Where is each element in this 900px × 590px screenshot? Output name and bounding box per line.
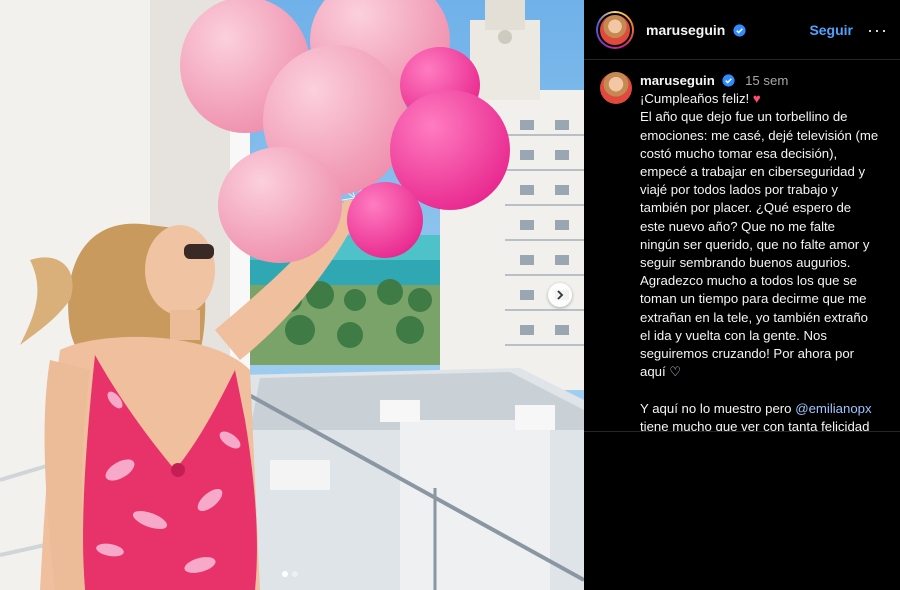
caption-line: viajé por todos lados por trabajo y (640, 182, 838, 198)
profile-avatar[interactable] (596, 10, 634, 49)
more-options-icon[interactable]: ··· (867, 21, 888, 39)
caption-first-line: ¡Cumpleaños feliz! (640, 91, 750, 107)
caption-line: costó mucho tomar esa decisión), (640, 145, 838, 161)
caption-avatar[interactable] (600, 72, 632, 104)
heart-emoji-icon: ♥ (752, 91, 761, 107)
post-time[interactable]: 15 sem (745, 73, 788, 88)
chevron-right-icon (557, 290, 564, 300)
caption-line: tiene mucho que ver con tanta felicidad (640, 418, 870, 431)
caption-line: empecé a trabajar en ciberseguridad y (640, 164, 866, 180)
carousel-dots (282, 571, 298, 577)
post-side-panel: maruseguin Seguir ··· maruseguin 15 sem (584, 0, 900, 590)
mention-link[interactable]: @emilianopx (795, 401, 871, 416)
caption-line: Agradezco mucho a todos los que se (640, 273, 857, 289)
post-photo[interactable] (0, 0, 584, 590)
caption-username[interactable]: maruseguin (640, 73, 715, 88)
avatar-image (598, 12, 632, 47)
caption-section: maruseguin 15 sem ¡Cumpleaños feliz! ♥ E… (584, 60, 900, 431)
white-heart-emoji-icon: ♡ (669, 364, 682, 380)
caption-line: también por placer. ¿Qué espero de (640, 200, 852, 216)
caption-line: El año que dejo fue un torbellino de (640, 109, 848, 125)
header-username[interactable]: maruseguin (646, 22, 746, 38)
caption-line: Y aquí no lo muestro pero (640, 400, 792, 416)
caption-line: el ida y vuelta con la gente. Nos (640, 327, 827, 343)
carousel-dot[interactable] (292, 571, 298, 577)
caption-line: seguiremos cruzando! Por ahora por (640, 346, 855, 362)
carousel-dot[interactable] (282, 571, 288, 577)
carousel-next-button[interactable] (548, 283, 572, 307)
caption-line: toman un tiempo para decirme que me (640, 291, 867, 307)
verified-badge-icon (733, 23, 746, 37)
instagram-post-view: maruseguin Seguir ··· maruseguin 15 sem (0, 0, 900, 590)
caption-text: maruseguin 15 sem ¡Cumpleaños feliz! ♥ E… (640, 72, 878, 431)
caption-line: ningún ser querido, que no falte amor y (640, 236, 870, 252)
caption-line: aquí (640, 364, 666, 380)
verified-badge-icon (722, 74, 736, 87)
post-header: maruseguin Seguir ··· (584, 0, 900, 60)
caption-line: seguir sembrando buenos augurios. (640, 255, 851, 271)
username-text[interactable]: maruseguin (646, 22, 725, 38)
caption-line: emociones: me casé, dejé televisión (me (640, 127, 879, 143)
caption-line: extrañan en la tele, yo también extraño (640, 309, 868, 325)
caption-line: este nuevo año? Que no me falte (640, 218, 836, 234)
photo-illustration (0, 0, 584, 590)
follow-button[interactable]: Seguir (809, 22, 853, 38)
panel-divider (584, 431, 900, 432)
